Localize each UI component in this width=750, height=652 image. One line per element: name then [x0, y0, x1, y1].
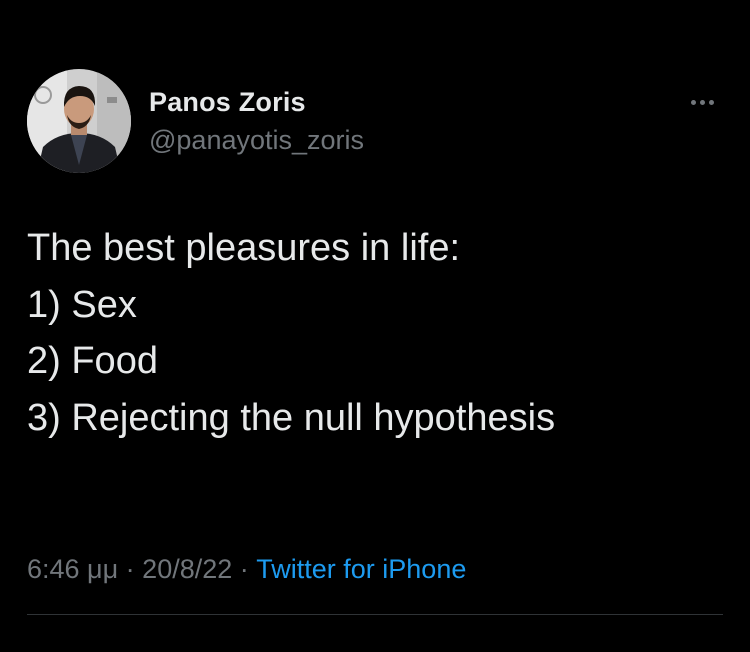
- tweet-text-line: The best pleasures in life:: [27, 227, 461, 269]
- divider: [27, 614, 723, 615]
- tweet-text-line: 2) Food: [27, 340, 158, 382]
- tweet-source-link[interactable]: Twitter for iPhone: [256, 554, 466, 584]
- tweet-time[interactable]: 6:46 μμ: [27, 554, 118, 584]
- author-handle[interactable]: @panayotis_zoris: [149, 125, 364, 156]
- avatar[interactable]: [27, 69, 131, 173]
- tweet-meta: 6:46 μμ · 20/8/22 · Twitter for iPhone: [27, 554, 466, 585]
- avatar-photo: [27, 69, 131, 173]
- more-horizontal-icon: [690, 99, 696, 105]
- meta-separator: ·: [118, 554, 143, 584]
- more-horizontal-icon-dot: [699, 99, 705, 105]
- tweet-date[interactable]: 20/8/22: [142, 554, 232, 584]
- author-display-name[interactable]: Panos Zoris: [149, 87, 306, 118]
- more-horizontal-icon-dot: [708, 99, 714, 105]
- tweet-text: The best pleasures in life: 1) Sex 2) Fo…: [27, 220, 727, 446]
- tweet: Panos Zoris @panayotis_zoris The best pl…: [0, 0, 750, 652]
- tweet-text-line: 1) Sex: [27, 283, 137, 326]
- meta-separator: ·: [232, 554, 257, 584]
- tweet-text-line: 3) Rejecting the null hypothesis: [27, 396, 556, 439]
- more-options-button[interactable]: [684, 92, 720, 112]
